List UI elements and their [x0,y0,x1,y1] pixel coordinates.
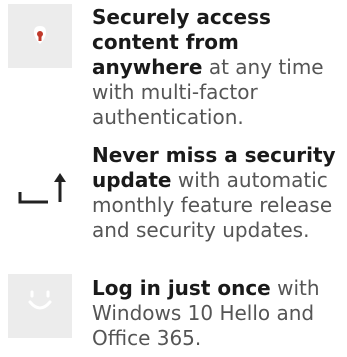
feature-text: Securely access content from anywhere at… [92,5,347,130]
feature-list: Securely access content from anywhere at… [0,0,347,357]
feature-text: Never miss a security update with automa… [92,143,347,243]
update-arrow-icon [8,140,72,204]
feature-text: Log in just once with Windows 10 Hello a… [92,276,347,351]
feature-title: Log in just once [92,276,271,300]
windows-hello-face-icon [8,274,72,338]
shield-lock-icon [8,4,72,68]
